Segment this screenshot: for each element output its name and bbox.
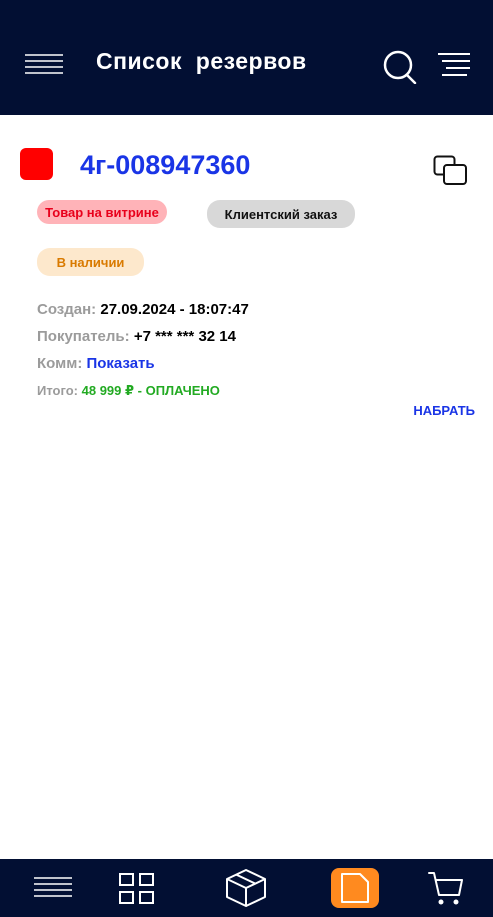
grid-icon[interactable]	[119, 873, 155, 905]
showcase-badge: Товар на витрине	[37, 200, 167, 224]
show-comment-link[interactable]: Показать	[86, 355, 154, 372]
total-label: Итого:	[37, 383, 78, 398]
buyer-row: Покупатель: +7 *** *** 32 14	[37, 328, 236, 345]
client-order-badge: Клиентский заказ	[207, 200, 355, 228]
order-number[interactable]: 4г-008947360	[80, 150, 250, 181]
filter-icon[interactable]	[437, 52, 471, 78]
hamburger-menu-icon[interactable]	[24, 52, 64, 76]
document-icon[interactable]	[340, 872, 370, 904]
buyer-phone: +7 *** *** 32 14	[133, 328, 236, 345]
menu-icon[interactable]	[33, 875, 73, 901]
created-label: Создан:	[37, 301, 97, 318]
page-title: Список резервов	[96, 48, 307, 74]
search-icon[interactable]	[382, 50, 418, 84]
buyer-label: Покупатель:	[37, 328, 130, 345]
copy-icon[interactable]	[433, 155, 469, 187]
created-value: 27.09.2024 - 18:07:47	[100, 301, 249, 318]
comment-label: Комм:	[37, 355, 83, 372]
cart-icon[interactable]	[428, 870, 464, 908]
dial-button[interactable]: НАБРАТЬ	[413, 403, 475, 418]
top-app-bar: Список резервов	[0, 0, 493, 115]
created-row: Создан: 27.09.2024 - 18:07:47	[37, 301, 249, 318]
box-icon[interactable]	[225, 868, 267, 908]
total-row: Итого: 48 999 ₽ - ОПЛАЧЕНО	[37, 383, 220, 399]
in-stock-badge: В наличии	[37, 248, 144, 276]
comment-row: Комм: Показать	[37, 355, 155, 372]
total-value: 48 999 ₽ - ОПЛАЧЕНО	[81, 383, 220, 398]
order-status-indicator	[20, 148, 53, 180]
